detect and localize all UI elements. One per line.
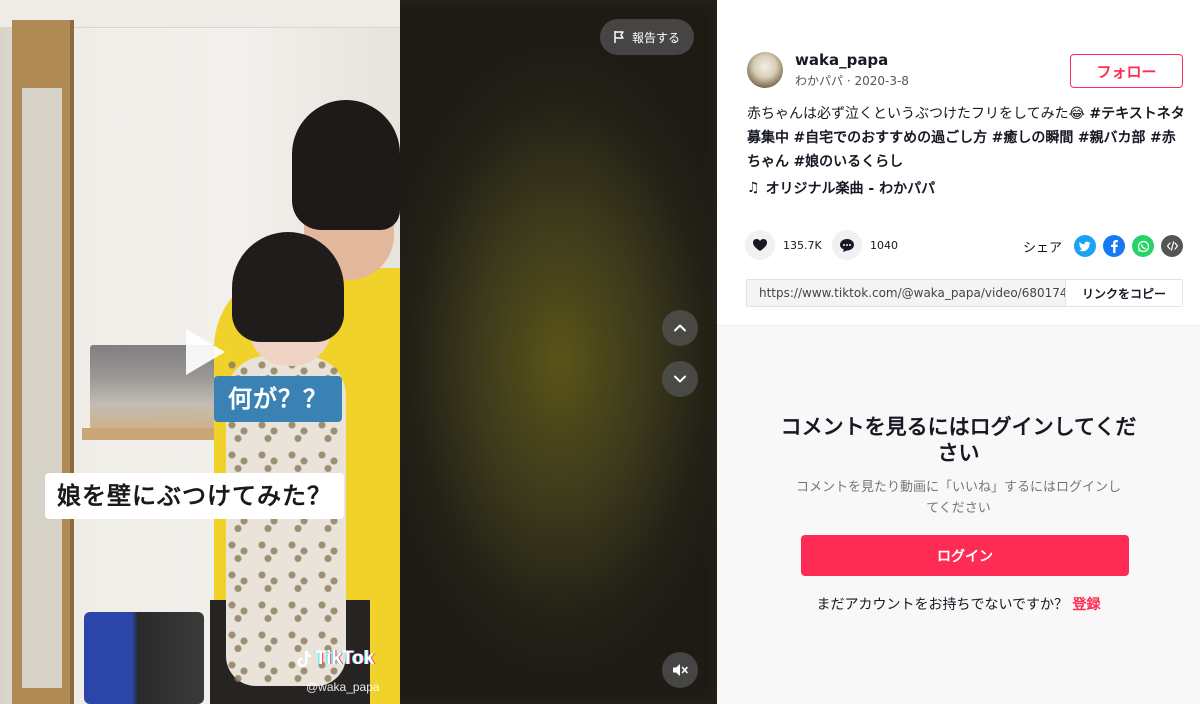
tiktok-watermark-text: TikTok (315, 648, 375, 669)
signup-text: まだアカウントをお持ちでないですか？ (816, 597, 1069, 613)
signup-prompt: まだアカウントをお持ちでないですか？ 登録 (717, 594, 1200, 614)
comment-count: 1040 (870, 238, 898, 252)
author-username[interactable]: waka_papa (795, 51, 888, 69)
previous-video-button[interactable] (662, 310, 698, 346)
twitter-share-icon[interactable] (1074, 235, 1096, 257)
chevron-down-icon (674, 375, 686, 383)
music-link[interactable]: ♫ オリジナル楽曲 - わかパパ (747, 178, 935, 198)
like-button[interactable]: 135.7K (745, 230, 822, 260)
next-video-button[interactable] (662, 361, 698, 397)
mute-button[interactable] (662, 652, 698, 688)
avatar[interactable] (747, 52, 783, 88)
login-button[interactable]: ログイン (801, 535, 1129, 576)
music-note-icon: ♫ (747, 180, 760, 196)
follow-button[interactable]: フォロー (1070, 54, 1183, 88)
hashtag-link[interactable]: #自宅でのおすすめの過ごし方 (793, 130, 987, 146)
play-icon[interactable] (182, 326, 228, 378)
tiktok-note-icon (297, 651, 311, 667)
flag-icon (614, 31, 624, 43)
hashtag-link[interactable]: #親バカ部 (1078, 130, 1146, 146)
comments-login-section: コメントを見るにはログインしてください コメントを見たり動画に「いいね」するには… (717, 325, 1200, 704)
whatsapp-share-icon[interactable] (1132, 235, 1154, 257)
login-prompt-title: コメントを見るにはログインしてください (780, 415, 1137, 465)
video-caption-main: 娘を壁にぶつけてみた？ (45, 473, 344, 519)
heart-icon (753, 239, 767, 251)
chevron-up-icon (674, 324, 686, 332)
video-frame[interactable]: 何が？？ 娘を壁にぶつけてみた？ TikTok @waka_papa (0, 0, 400, 704)
login-prompt-subtitle: コメントを見たり動画に「いいね」するにはログインしてください (795, 480, 1121, 516)
video-info-panel: waka_papa わかパパ · 2020-3-8 フォロー 赤ちゃんは必ず泣く… (717, 0, 1200, 704)
speaker-muted-icon (673, 664, 688, 676)
description-text: 赤ちゃんは必ず泣くというぶつけたフリをしてみた😂 (747, 106, 1090, 122)
video-player[interactable]: 何が？？ 娘を壁にぶつけてみた？ TikTok @waka_papa 報告する (0, 0, 717, 704)
comment-icon (840, 239, 854, 252)
report-button[interactable]: 報告する (600, 19, 695, 55)
embed-code-icon[interactable] (1161, 235, 1183, 257)
video-caption-question: 何が？？ (214, 376, 342, 422)
video-link-url[interactable]: https://www.tiktok.com/@waka_papa/video/… (747, 286, 1065, 300)
report-label: 報告する (632, 30, 681, 45)
like-count: 135.7K (783, 238, 822, 252)
video-description: 赤ちゃんは必ず泣くというぶつけたフリをしてみた😂 #テキストネタ募集中 #自宅で… (747, 102, 1187, 174)
facebook-share-icon[interactable] (1103, 235, 1125, 257)
signup-link[interactable]: 登録 (1073, 597, 1101, 613)
share-label: シェア (1023, 241, 1063, 256)
hashtag-link[interactable]: #癒しの瞬間 (992, 130, 1074, 146)
author-meta: わかパパ · 2020-3-8 (795, 74, 909, 88)
tiktok-watermark-handle: @waka_papa (306, 680, 380, 694)
comment-button[interactable]: 1040 (832, 230, 898, 260)
video-link-field: https://www.tiktok.com/@waka_papa/video/… (746, 279, 1183, 307)
music-label: オリジナル楽曲 - わかパパ (765, 181, 936, 197)
hashtag-link[interactable]: #娘のいるくらし (793, 154, 903, 170)
tiktok-watermark: TikTok (296, 648, 374, 670)
copy-link-button[interactable]: リンクをコピー (1065, 280, 1182, 306)
